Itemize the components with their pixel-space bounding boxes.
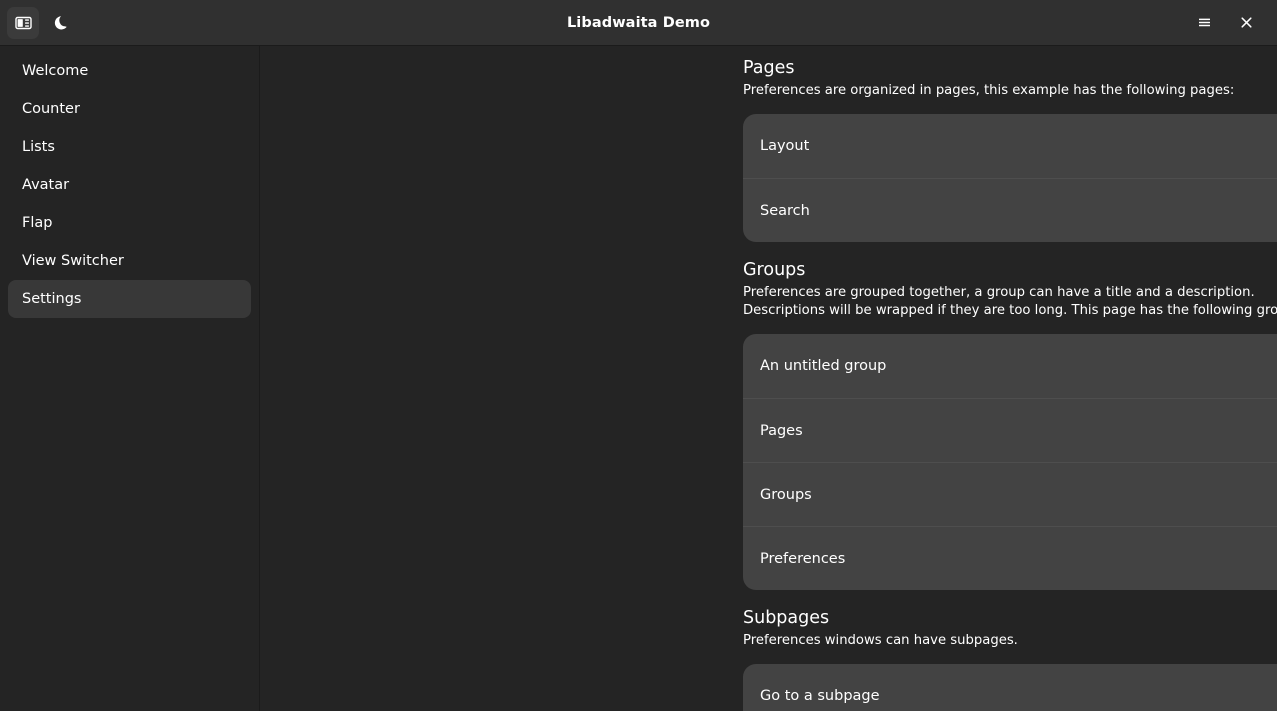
list-card: Layout Search <box>743 114 1277 243</box>
sidebar-item-avatar[interactable]: Avatar <box>8 166 251 204</box>
window-body: Welcome Counter Lists Avatar Flap View S… <box>0 46 1277 711</box>
preferences-content: Pages Preferences are organized in pages… <box>260 46 1277 711</box>
group-title: Pages <box>743 58 795 78</box>
preferences-group-subpages: Subpages Preferences windows can have su… <box>743 608 1277 711</box>
dark-mode-toggle-button[interactable] <box>45 7 77 39</box>
close-icon <box>1239 15 1254 30</box>
sidebar-item-counter[interactable]: Counter <box>8 90 251 128</box>
sidebar: Welcome Counter Lists Avatar Flap View S… <box>0 46 260 711</box>
list-item[interactable]: An untitled group <box>743 334 1277 398</box>
list-item[interactable]: Search <box>743 178 1277 242</box>
sidebar-item-lists[interactable]: Lists <box>8 128 251 166</box>
sidebar-item-welcome[interactable]: Welcome <box>8 52 251 90</box>
list-item-label: Layout <box>760 138 810 155</box>
list-item-label: An untitled group <box>760 358 887 375</box>
sidebar-toggle-button[interactable] <box>7 6 39 39</box>
preferences-group-groups: Groups Preferences are grouped together,… <box>743 260 1277 591</box>
list-item[interactable]: Pages <box>743 398 1277 462</box>
window-close-button[interactable] <box>1230 7 1262 39</box>
list-item-label: Groups <box>760 486 812 503</box>
hamburger-menu-icon <box>1196 14 1213 31</box>
list-item[interactable]: Groups <box>743 462 1277 526</box>
group-description: Preferences are grouped together, a grou… <box>743 285 1277 318</box>
header-bar: Libadwaita Demo <box>0 0 1277 46</box>
list-item[interactable]: Preferences <box>743 526 1277 590</box>
header-left-controls <box>7 6 77 39</box>
list-card: Go to a subpage <box>743 664 1277 711</box>
sidebar-item-label: Welcome <box>22 63 89 79</box>
sidebar-item-settings[interactable]: Settings <box>8 280 251 318</box>
sidebar-item-label: Lists <box>22 139 55 155</box>
list-item-go-to-subpage[interactable]: Go to a subpage <box>743 664 1277 711</box>
page-title: Libadwaita Demo <box>566 14 711 31</box>
list-item-label: Go to a subpage <box>760 688 880 705</box>
group-description: Preferences are organized in pages, this… <box>743 82 1235 98</box>
sidebar-item-label: Counter <box>22 101 80 117</box>
list-card: An untitled group Pages Groups Preferenc… <box>743 334 1277 591</box>
sidebar-item-flap[interactable]: Flap <box>8 204 251 242</box>
moon-icon <box>53 14 70 31</box>
preferences-scroll-area[interactable]: Pages Preferences are organized in pages… <box>260 46 1277 711</box>
app-window: Libadwaita Demo Welcome Counter Lists Av… <box>0 0 1277 711</box>
sidebar-item-label: View Switcher <box>22 253 124 269</box>
list-item-label: Search <box>760 202 810 219</box>
group-title: Subpages <box>743 608 830 629</box>
group-description: Preferences windows can have subpages. <box>743 632 1018 648</box>
sidebar-item-label: Flap <box>22 215 53 231</box>
sidebar-item-label: Avatar <box>22 177 70 193</box>
list-item-label: Preferences <box>760 550 846 567</box>
sidebar-item-label: Settings <box>22 291 82 307</box>
preferences-group-pages: Pages Preferences are organized in pages… <box>743 58 1277 243</box>
sidebar-toggle-icon <box>14 15 32 31</box>
list-item[interactable]: Layout <box>743 114 1277 178</box>
group-title: Groups <box>743 260 806 281</box>
list-item-label: Pages <box>760 422 803 439</box>
preferences-page: Pages Preferences are organized in pages… <box>743 58 1277 711</box>
main-menu-button[interactable] <box>1188 7 1220 39</box>
header-right-controls <box>1188 7 1270 39</box>
sidebar-item-view-switcher[interactable]: View Switcher <box>8 242 251 280</box>
